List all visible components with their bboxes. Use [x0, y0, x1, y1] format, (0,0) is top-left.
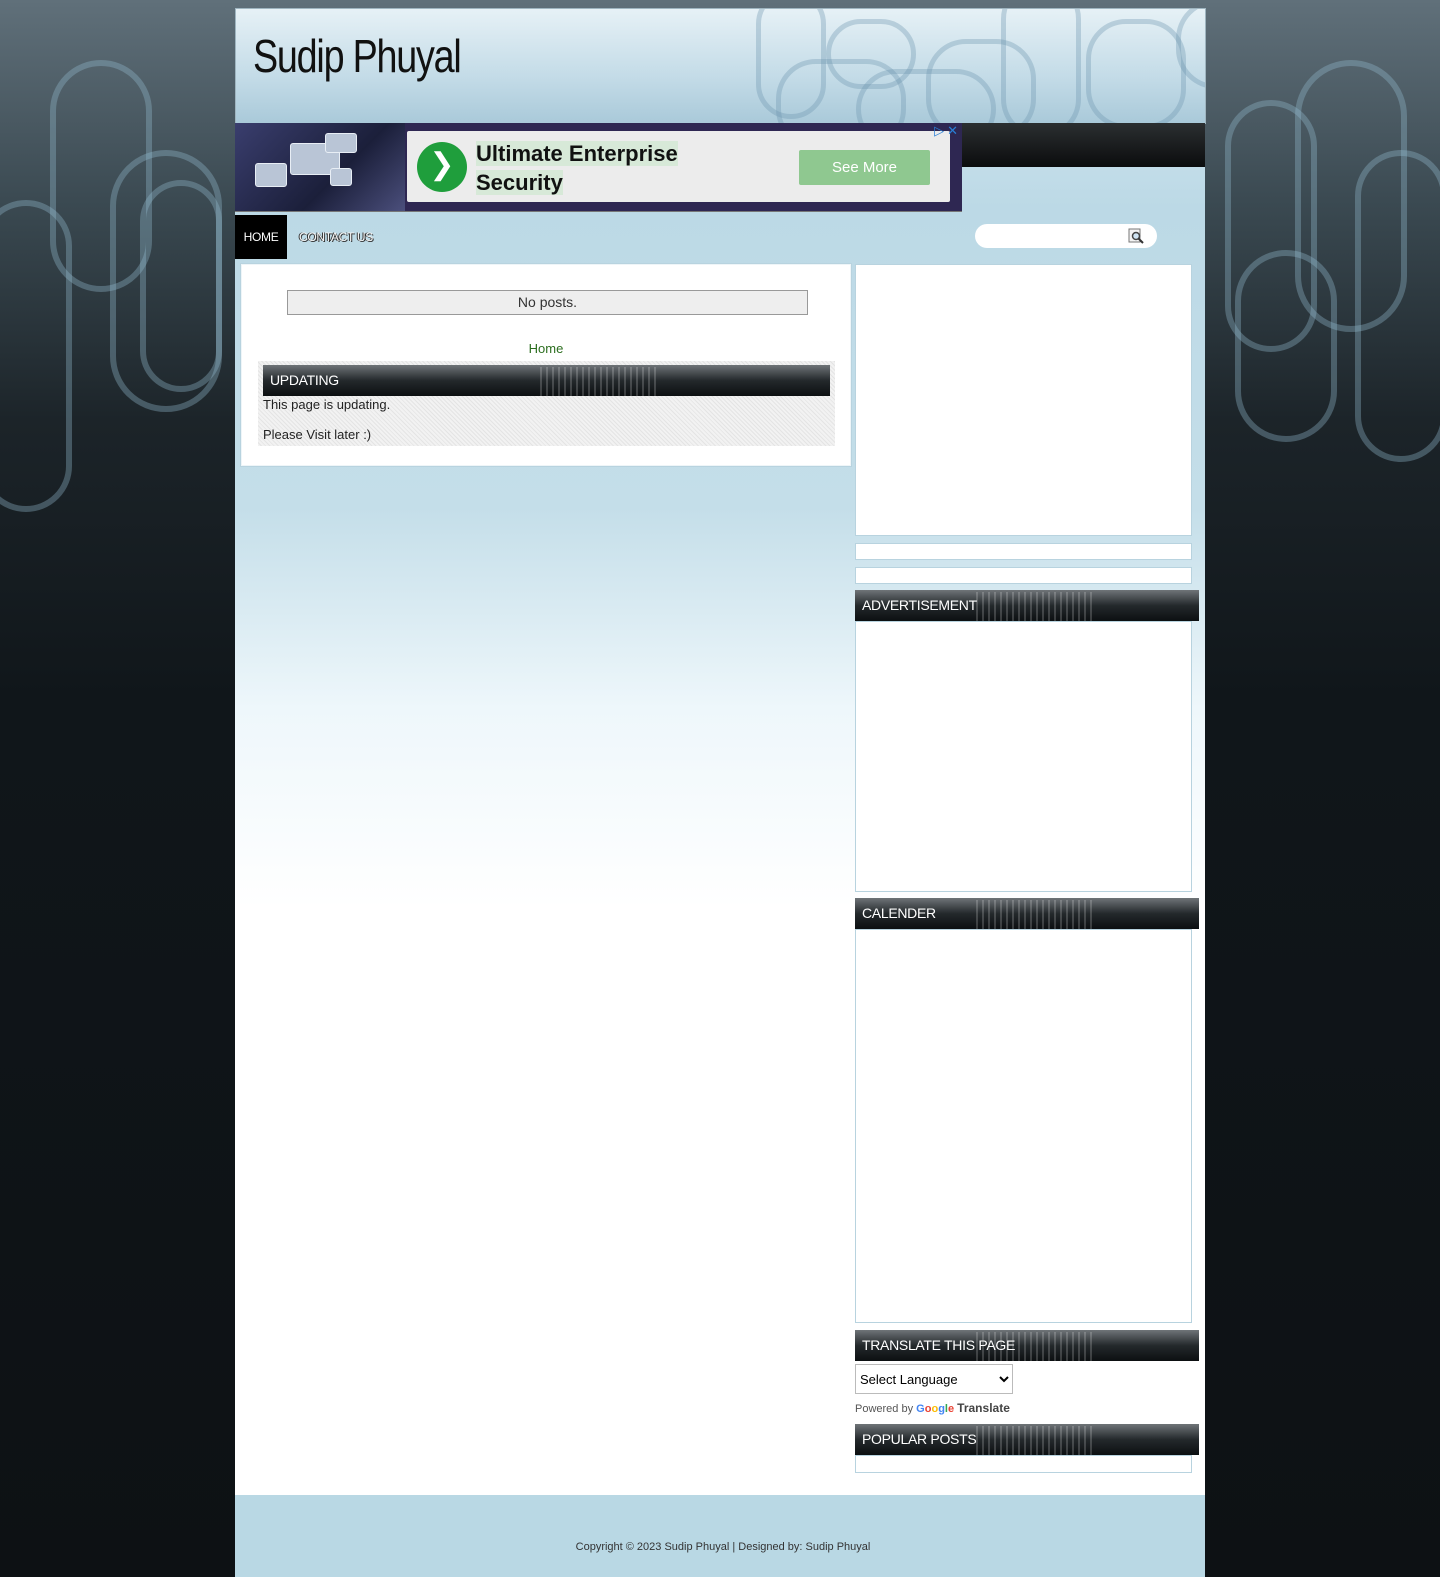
ad-banner[interactable]: ❯ Ultimate Enterprise Security See More …	[235, 123, 962, 212]
sidebar-empty-widget-2	[855, 567, 1192, 584]
language-select[interactable]: Select Language	[855, 1364, 1013, 1394]
site-title[interactable]: Sudip Phuyal	[253, 29, 462, 83]
updating-widget: UPDATING This page is updating. Please V…	[258, 361, 835, 446]
google-logo: Google	[916, 1403, 955, 1415]
home-link[interactable]: Home	[241, 341, 851, 356]
powered-by-google-translate[interactable]: Powered by Google Translate	[855, 1401, 1010, 1415]
ad-card[interactable]: ❯ Ultimate Enterprise Security See More	[407, 131, 950, 202]
play-triangle-icon[interactable]: ▷	[934, 123, 944, 138]
background-decoration-right	[1205, 0, 1440, 560]
visit-later-text: Please Visit later :)	[263, 427, 372, 442]
updating-widget-title: UPDATING	[263, 365, 830, 396]
nav-item-home[interactable]: HOME	[235, 215, 287, 259]
translate-title: TRANSLATE THIS PAGE	[855, 1330, 1199, 1361]
calender-widget-body	[855, 929, 1192, 1323]
ad-headline[interactable]: Ultimate Enterprise Security	[476, 139, 716, 197]
no-posts-message: No posts.	[287, 290, 808, 315]
popular-posts-body	[855, 1455, 1192, 1473]
search-input[interactable]	[985, 227, 1129, 247]
ad-choices[interactable]: ▷ ✕	[931, 123, 958, 139]
see-more-button[interactable]: See More	[799, 150, 930, 185]
updating-text: This page is updating.	[263, 397, 391, 412]
site-header: Sudip Phuyal	[235, 8, 1206, 124]
close-icon[interactable]: ✕	[947, 123, 958, 138]
translate-label[interactable]: Translate	[957, 1401, 1010, 1415]
calender-title: CALENDER	[855, 898, 1199, 929]
magnifier-icon[interactable]	[1128, 228, 1144, 244]
ad-headline-line2: Security	[476, 170, 563, 195]
site-footer: Copyright © 2023 Sudip Phuyal | Designed…	[235, 1495, 1205, 1577]
advertisement-title: ADVERTISEMENT	[855, 590, 1199, 621]
ad-image[interactable]	[235, 123, 405, 211]
sidebar-ad-slot	[855, 264, 1192, 536]
nav-item-contact-us[interactable]: CONTACT US	[299, 215, 373, 259]
search-box	[975, 224, 1157, 248]
chevron-right-icon: ❯	[417, 142, 467, 192]
main-content: No posts. Home UPDATING This page is upd…	[240, 263, 852, 467]
page-wrapper: Sudip Phuyal ❯ Ultimate Enterprise Secur…	[235, 8, 1206, 1577]
footer-copyright: Copyright © 2023 Sudip Phuyal | Designed…	[575, 1541, 871, 1553]
advertisement-widget-body	[855, 621, 1192, 892]
powered-by-label: Powered by	[855, 1403, 914, 1415]
ad-headline-line1: Ultimate Enterprise	[476, 141, 678, 166]
sidebar-empty-widget-1	[855, 543, 1192, 560]
background-decoration-left	[0, 0, 235, 560]
popular-posts-title: POPULAR POSTS	[855, 1424, 1199, 1455]
